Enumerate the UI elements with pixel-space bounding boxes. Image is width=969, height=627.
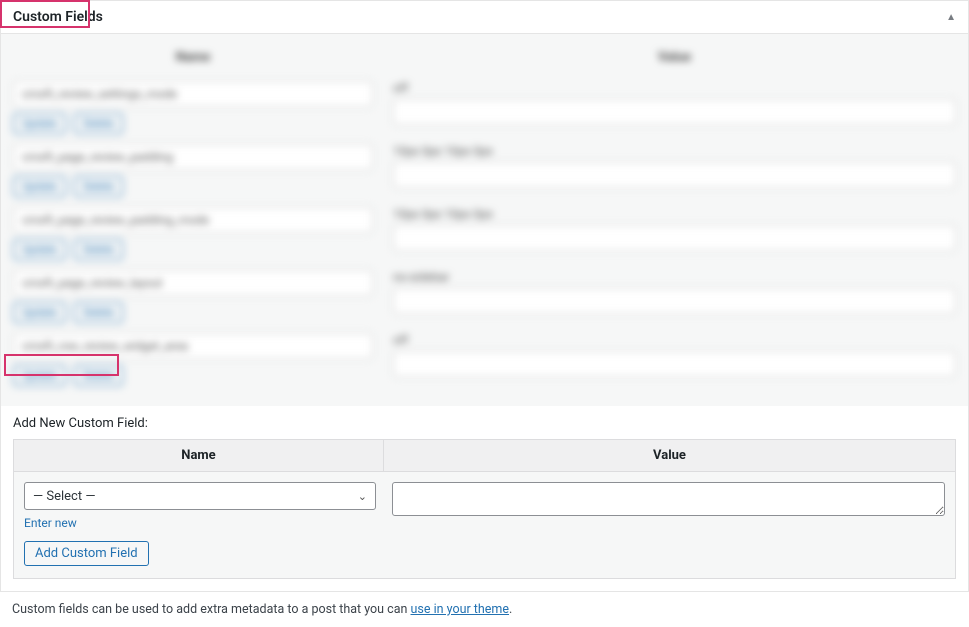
delete-button[interactable]: Delete <box>74 176 123 197</box>
field-name-input[interactable]: cmsft_page_review_padding_mode <box>13 207 373 233</box>
field-value-input[interactable] <box>393 351 956 377</box>
field-row: cmsft_page_review_padding_mode Update De… <box>13 197 956 260</box>
update-button[interactable]: Update <box>13 302 66 323</box>
footer-note: Custom fields can be used to add extra m… <box>0 592 969 627</box>
existing-fields-area: Name Value cmsft_review_settings_mode Up… <box>1 34 968 406</box>
field-value-text: 10px 0px 10px 0px <box>393 144 956 158</box>
panel-header[interactable]: Custom Fields ▲ <box>1 1 968 34</box>
add-th-name: Name <box>14 440 384 471</box>
field-value-input[interactable] <box>393 225 956 251</box>
add-new-section: Add New Custom Field: Name Value — Selec… <box>1 406 968 591</box>
field-name-input[interactable]: cmsft_page_review_layout <box>13 270 373 296</box>
chevron-down-icon: ⌄ <box>358 490 367 503</box>
name-select[interactable]: — Select — ⌄ <box>24 482 376 510</box>
field-row: cmsft_review_settings_mode Update Delete… <box>13 71 956 134</box>
field-value-text: no-sidebar <box>393 270 956 284</box>
field-value-input[interactable] <box>393 99 956 125</box>
delete-button[interactable]: Delete <box>74 302 123 323</box>
update-button[interactable]: Update <box>13 365 66 386</box>
field-row: cmsft_page_review_layout Update Delete n… <box>13 260 956 323</box>
field-value-text: off <box>393 333 956 347</box>
value-textarea[interactable] <box>392 482 945 516</box>
footer-text-after: . <box>509 602 512 617</box>
use-in-theme-link[interactable]: use in your theme <box>411 602 510 617</box>
column-header-name: Name <box>13 50 373 65</box>
field-name-input[interactable]: cmsft_row_review_widget_area <box>13 333 373 359</box>
delete-button[interactable]: Delete <box>74 113 123 134</box>
add-th-value: Value <box>384 440 955 471</box>
custom-fields-panel: Custom Fields ▲ Name Value cmsft_review_… <box>0 0 969 592</box>
select-placeholder: — Select — <box>33 489 95 504</box>
column-header-value: Value <box>393 50 956 65</box>
field-row: cmsft_page_review_padding Update Delete … <box>13 134 956 197</box>
field-row: cmsft_row_review_widget_area Update Dele… <box>13 323 956 386</box>
enter-new-link[interactable]: Enter new <box>24 516 77 530</box>
field-value-input[interactable] <box>393 288 956 314</box>
delete-button[interactable]: Delete <box>74 365 123 386</box>
field-value-text: 10px 0px 10px 0px <box>393 207 956 221</box>
add-new-heading: Add New Custom Field: <box>13 406 956 439</box>
footer-text-before: Custom fields can be used to add extra m… <box>12 602 411 617</box>
update-button[interactable]: Update <box>13 113 66 134</box>
collapse-icon[interactable]: ▲ <box>946 12 956 23</box>
panel-title: Custom Fields <box>13 9 103 25</box>
field-value-text: off <box>393 81 956 95</box>
field-name-input[interactable]: cmsft_review_settings_mode <box>13 81 373 107</box>
delete-button[interactable]: Delete <box>74 239 123 260</box>
field-name-input[interactable]: cmsft_page_review_padding <box>13 144 373 170</box>
panel-body: Name Value cmsft_review_settings_mode Up… <box>1 34 968 591</box>
field-value-input[interactable] <box>393 162 956 188</box>
update-button[interactable]: Update <box>13 176 66 197</box>
add-custom-field-button[interactable]: Add Custom Field <box>24 541 149 566</box>
update-button[interactable]: Update <box>13 239 66 260</box>
add-table: Name Value — Select — ⌄ Enter new <box>13 439 956 579</box>
